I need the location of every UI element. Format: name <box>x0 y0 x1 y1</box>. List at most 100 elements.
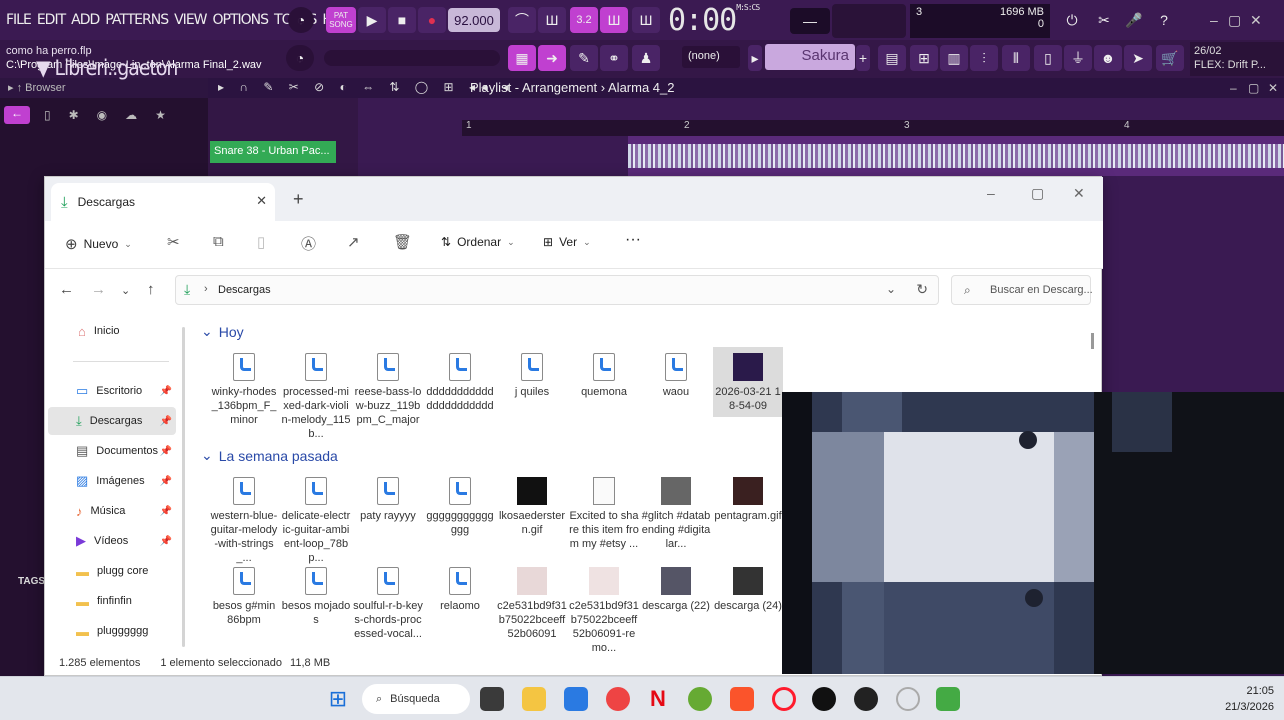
breadcrumb[interactable]: Descargas <box>218 284 271 296</box>
up-icon[interactable]: ↑ <box>147 281 155 298</box>
chrome-icon[interactable] <box>606 687 630 711</box>
add-preset-icon[interactable]: + <box>856 45 870 71</box>
file-item[interactable]: descarga (22) <box>641 567 711 613</box>
file-item[interactable]: delicate-electric-guitar-ambient-loop_78… <box>281 477 351 565</box>
sidebar-item[interactable]: ▬ plugg core <box>48 557 176 585</box>
stop-icon[interactable]: ■ <box>388 7 416 33</box>
taskbar-search[interactable]: ⌕ Búsqueda <box>362 684 470 714</box>
step-edit-button[interactable]: 3.2 <box>570 7 598 33</box>
start-icon[interactable]: ⊞ <box>326 687 350 711</box>
sidebar-item[interactable]: ⌂ Inicio <box>48 317 176 345</box>
cut-icon[interactable]: ✂ <box>167 233 180 251</box>
fl-menu-item[interactable]: OPTIONS <box>213 12 270 28</box>
system-clock[interactable]: 21:05 21/3/2026 <box>1225 683 1274 715</box>
file-item[interactable]: c2e531bd9f31b75022bceeff52b06091 <box>497 567 567 641</box>
playlist-minimize-icon[interactable]: – <box>1230 81 1237 95</box>
share-icon[interactable]: ↗ <box>347 233 360 251</box>
link-icon[interactable]: ⚭ <box>600 45 628 71</box>
file-item[interactable]: waou <box>641 353 711 399</box>
countdown-icon[interactable]: Ш <box>538 7 566 33</box>
fl-menu-item[interactable]: VIEW <box>174 12 207 28</box>
file-item[interactable]: #glitch #databending #digitalar... <box>641 477 711 551</box>
close-tab-icon[interactable]: ✕ <box>256 193 267 209</box>
file-item[interactable]: lkosaederstern.gif <box>497 477 567 537</box>
opera-icon[interactable] <box>772 687 796 711</box>
forward-icon[interactable]: → <box>91 281 106 298</box>
audio-clip[interactable] <box>628 136 1284 176</box>
timeline-ruler[interactable]: 1 2 3 4 <box>462 120 1284 136</box>
sort-button[interactable]: ⇅ Ordenar ⌄ <box>441 235 515 249</box>
paint-icon[interactable] <box>936 687 960 711</box>
sidebar-item[interactable]: ⤓ Descargas 📌 <box>48 407 176 435</box>
minimize-icon[interactable]: – <box>987 185 995 201</box>
back-icon[interactable]: ← <box>59 281 74 298</box>
fl-close-icon[interactable]: ✕ <box>1250 12 1262 29</box>
nav-scrollbar[interactable] <box>182 327 185 647</box>
fl-maximize-icon[interactable]: ▢ <box>1228 12 1241 29</box>
file-item[interactable]: dddddddddddddddddddddd <box>425 353 495 413</box>
browser-tabs[interactable]: ▯✱◉☁★ <box>44 108 184 122</box>
fl-menu-item[interactable]: EDIT <box>37 12 66 28</box>
help-icon[interactable]: ? <box>1150 7 1178 33</box>
file-item[interactable]: quemona <box>569 353 639 399</box>
file-item[interactable]: processed-mixed-dark-violin-melody_115b.… <box>281 353 351 441</box>
sidebar-item[interactable]: ▬ plugggggg <box>48 617 176 645</box>
file-item[interactable]: c2e531bd9f31b75022bceeff52b06091-remo... <box>569 567 639 655</box>
file-icon[interactable]: ▯ <box>1034 45 1062 71</box>
sidebar-item[interactable]: ▤ Documentos 📌 <box>48 437 176 465</box>
preset-selector[interactable]: Sakura <box>765 44 855 70</box>
netflix-icon[interactable]: N <box>646 687 670 711</box>
delete-icon[interactable]: 🗑 <box>393 233 412 251</box>
sidebar-item[interactable]: ▶ Vídeos 📌 <box>48 527 176 555</box>
fl-studio-icon[interactable] <box>688 687 712 711</box>
file-item[interactable]: paty rayyyy <box>353 477 423 523</box>
sidebar-item[interactable]: ▨ Imágenes 📌 <box>48 467 176 495</box>
browser-folder-title[interactable]: ▼ Libreri..gaeton <box>36 56 178 80</box>
paste-icon[interactable]: ▯ <box>257 233 265 251</box>
loop-record-button[interactable]: Ш <box>632 7 660 33</box>
obs-icon[interactable] <box>854 687 878 711</box>
group-header-last-week[interactable]: ⌄ La semana pasada <box>201 447 338 464</box>
master-pitch-slider[interactable] <box>324 50 500 66</box>
new-tab-icon[interactable]: + <box>293 189 304 210</box>
file-item[interactable]: winky-rhodes_136bpm_F_minor <box>209 353 279 427</box>
snap-piano-icon[interactable]: ▦ <box>508 45 536 71</box>
brave-icon[interactable] <box>730 687 754 711</box>
piano-roll-icon[interactable]: ▥ <box>940 45 968 71</box>
maximize-icon[interactable]: ▢ <box>1031 185 1044 202</box>
playlist-close-icon[interactable]: ✕ <box>1268 81 1278 95</box>
file-item[interactable]: reese-bass-low-buzz_119bpm_C_major <box>353 353 423 427</box>
plugin-icon[interactable]: ⫴ <box>1002 45 1030 71</box>
group-header-today[interactable]: ⌄ Hoy <box>201 323 244 340</box>
arrow-right-icon[interactable]: ➜ <box>538 45 566 71</box>
person-icon[interactable]: ☻ <box>1094 45 1122 71</box>
news-panel[interactable]: 26/02 FLEX: Drift P... <box>1190 42 1284 76</box>
brush-icon[interactable]: ✎ <box>570 45 598 71</box>
tools-icon[interactable]: ✂ <box>1090 7 1118 33</box>
file-item[interactable]: j quiles <box>497 353 567 399</box>
file-item[interactable]: soulful-r-b-keys-chords-processed-vocal.… <box>353 567 423 641</box>
tempo-display[interactable]: 92.000 <box>448 8 500 32</box>
file-item[interactable]: descarga (24) <box>713 567 783 613</box>
task-view-icon[interactable] <box>480 687 504 711</box>
copy-icon[interactable]: ⧉ <box>213 233 224 250</box>
explorer-tab[interactable]: ⤓ Descargas ✕ <box>51 183 275 221</box>
browser-back-icon[interactable]: ← <box>4 106 30 124</box>
mixer-icon[interactable]: ▤ <box>878 45 906 71</box>
file-item[interactable]: besos mojados <box>281 567 351 627</box>
record-icon[interactable]: ● <box>418 7 446 33</box>
file-item[interactable]: besos g#min 86bpm <box>209 567 279 627</box>
file-explorer-icon[interactable] <box>522 687 546 711</box>
sidebar-item[interactable]: ▭ Escritorio 📌 <box>48 377 176 405</box>
pat-song-toggle[interactable]: PAT SONG <box>326 7 356 33</box>
blend-notes-button[interactable]: Ш <box>600 7 628 33</box>
more-options-button[interactable]: ··· <box>625 231 641 249</box>
faders-icon[interactable]: ⫶ <box>970 45 998 71</box>
snare-channel[interactable]: Snare 38 - Urban Pac... <box>210 141 336 163</box>
master-volume-knob[interactable]: ◔ <box>288 7 314 33</box>
file-item[interactable]: relaomo <box>425 567 495 613</box>
refresh-icon[interactable]: ↻ <box>916 281 928 298</box>
metronome-icon[interactable]: ⌒ <box>508 7 536 33</box>
view-button[interactable]: ⊞ Ver ⌄ <box>543 235 591 249</box>
address-bar[interactable]: ⤓ › Descargas ⌄ ↻ <box>175 275 939 305</box>
